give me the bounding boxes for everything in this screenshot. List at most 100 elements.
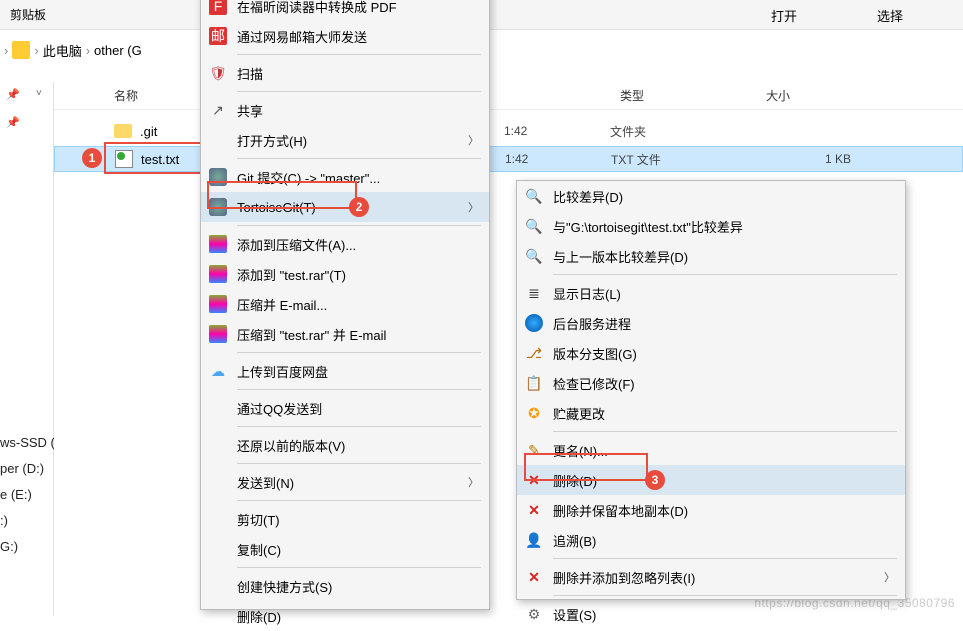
submenu-diff-prev[interactable]: 🔍与上一版本比较差异(D)	[517, 241, 905, 271]
blame-icon: 👤	[525, 531, 543, 549]
delete-icon: ✕	[525, 501, 543, 519]
menu-delete[interactable]: 删除(D)	[201, 601, 489, 631]
menu-separator	[237, 389, 481, 390]
sidebar-item[interactable]: per (D:)	[0, 456, 54, 482]
folder-icon	[12, 41, 30, 59]
sidebar-item[interactable]: G:)	[0, 534, 54, 560]
submenu-showlog[interactable]: ≣显示日志(L)	[517, 278, 905, 308]
menu-share[interactable]: ↗共享	[201, 95, 489, 125]
star-icon: ✪	[525, 404, 543, 422]
menu-netease-send[interactable]: 邮通过网易邮箱大师发送	[201, 21, 489, 51]
annotation-badge-2: 2	[349, 197, 369, 217]
pdf-icon: F	[209, 0, 227, 15]
menu-separator	[237, 463, 481, 464]
submenu-daemon[interactable]: 后台服务进程	[517, 308, 905, 338]
branch-icon: ⎇	[525, 344, 543, 362]
annotation-badge-3: 3	[645, 470, 665, 490]
menu-separator	[553, 274, 897, 275]
chevron-right-icon[interactable]: ›	[4, 43, 8, 58]
column-headers: 名称 类型 大小	[54, 82, 963, 110]
magnifier-icon: 🔍	[525, 187, 543, 205]
menu-add-testrar[interactable]: 添加到 "test.rar"(T)	[201, 259, 489, 289]
menu-tortoisegit[interactable]: TortoiseGit(T)2〉	[201, 192, 489, 222]
file-type: TXT 文件	[611, 151, 661, 168]
chevron-right-icon: 〉	[468, 474, 479, 490]
submenu-delete[interactable]: ✕删除(D)3	[517, 465, 905, 495]
menu-baidu-upload[interactable]: ☁上传到百度网盘	[201, 356, 489, 386]
submenu-checkmods[interactable]: 📋检查已修改(F)	[517, 368, 905, 398]
git-icon	[209, 168, 227, 186]
menu-zip-test-email[interactable]: 压缩到 "test.rar" 并 E-mail	[201, 319, 489, 349]
submenu-rename[interactable]: ✎更名(N)...	[517, 435, 905, 465]
archive-icon	[209, 235, 227, 253]
breadcrumb[interactable]: › › 此电脑 › other (G	[0, 38, 142, 62]
ribbon-open[interactable]: 打开	[771, 6, 797, 25]
folder-icon	[114, 124, 132, 138]
menu-separator	[237, 158, 481, 159]
menu-separator	[237, 225, 481, 226]
tortoise-icon	[209, 198, 227, 216]
menu-separator	[237, 352, 481, 353]
ribbon-clipboard-label: 剪贴板	[0, 2, 56, 27]
menu-cut[interactable]: 剪切(T)	[201, 504, 489, 534]
submenu-diff[interactable]: 🔍比较差异(D)	[517, 181, 905, 211]
menu-sendto[interactable]: 发送到(N)〉	[201, 467, 489, 497]
checklist-icon: 📋	[525, 374, 543, 392]
share-icon: ↗	[209, 101, 227, 119]
delete-icon: ✕	[525, 568, 543, 586]
sidebar-item[interactable]: :)	[0, 508, 54, 534]
submenu-delete-keep[interactable]: ✕删除并保留本地副本(D)	[517, 495, 905, 525]
magnifier-icon: 🔍	[525, 217, 543, 235]
menu-shortcut[interactable]: 创建快捷方式(S)	[201, 571, 489, 601]
breadcrumb-drive[interactable]: other (G	[94, 43, 142, 58]
menu-add-archive[interactable]: 添加到压缩文件(A)...	[201, 229, 489, 259]
file-row-git[interactable]: .git 1:42 文件夹	[54, 118, 963, 144]
menu-separator	[553, 558, 897, 559]
annotation-box-1	[104, 142, 204, 174]
menu-separator	[553, 431, 897, 432]
cloud-icon: ☁	[209, 362, 227, 380]
shield-icon: 🛡	[209, 64, 227, 82]
menu-foxit-pdf[interactable]: F在福昕阅读器中转换成 PDF	[201, 0, 489, 21]
menu-separator	[553, 595, 897, 596]
menu-qq-send[interactable]: 通过QQ发送到	[201, 393, 489, 423]
file-time: 1:42	[504, 124, 527, 138]
menu-separator	[237, 91, 481, 92]
sidebar-drives: ws-SSD ( per (D:) e (E:) :) G:)	[0, 430, 54, 560]
col-size[interactable]: 大小	[756, 87, 800, 104]
menu-restore-version[interactable]: 还原以前的版本(V)	[201, 430, 489, 460]
archive-icon	[209, 265, 227, 283]
ribbon-select[interactable]: 选择	[877, 6, 903, 25]
chevron-right-icon: 〉	[468, 132, 479, 148]
submenu-stash[interactable]: ✪贮藏更改	[517, 398, 905, 428]
menu-copy[interactable]: 复制(C)	[201, 534, 489, 564]
menu-openwith[interactable]: 打开方式(H)〉	[201, 125, 489, 155]
gear-icon: ⚙	[525, 605, 543, 623]
menu-zip-email[interactable]: 压缩并 E-mail...	[201, 289, 489, 319]
globe-icon	[525, 314, 543, 332]
annotation-badge-1: 1	[82, 148, 102, 168]
menu-git-commit[interactable]: Git 提交(C) -> "master"...	[201, 162, 489, 192]
sidebar-item[interactable]: ws-SSD (	[0, 430, 54, 456]
chevron-right-icon[interactable]: ›	[34, 43, 38, 58]
breadcrumb-pc[interactable]: 此电脑	[43, 41, 82, 60]
magnifier-icon: 🔍	[525, 247, 543, 265]
delete-icon: ✕	[525, 471, 543, 489]
submenu-add-ignore[interactable]: ✕删除并添加到忽略列表(I)〉	[517, 562, 905, 592]
chevron-right-icon[interactable]: ›	[86, 43, 90, 58]
menu-separator	[237, 426, 481, 427]
chevron-right-icon: 〉	[884, 569, 895, 585]
menu-scan[interactable]: 🛡扫描	[201, 58, 489, 88]
log-icon: ≣	[525, 284, 543, 302]
pencil-icon: ✎	[525, 441, 543, 459]
chevron-right-icon: 〉	[468, 199, 479, 215]
sidebar-item[interactable]: e (E:)	[0, 482, 54, 508]
submenu-revgraph[interactable]: ⎇版本分支图(G)	[517, 338, 905, 368]
submenu-diff-path[interactable]: 🔍与"G:\tortoisegit\test.txt"比较差异	[517, 211, 905, 241]
menu-separator	[237, 54, 481, 55]
submenu-blame[interactable]: 👤追溯(B)	[517, 525, 905, 555]
context-menu-tortoisegit: 🔍比较差异(D) 🔍与"G:\tortoisegit\test.txt"比较差异…	[516, 180, 906, 600]
file-type: 文件夹	[610, 123, 646, 140]
col-type[interactable]: 类型	[610, 87, 654, 104]
submenu-settings[interactable]: ⚙设置(S)	[517, 599, 905, 629]
